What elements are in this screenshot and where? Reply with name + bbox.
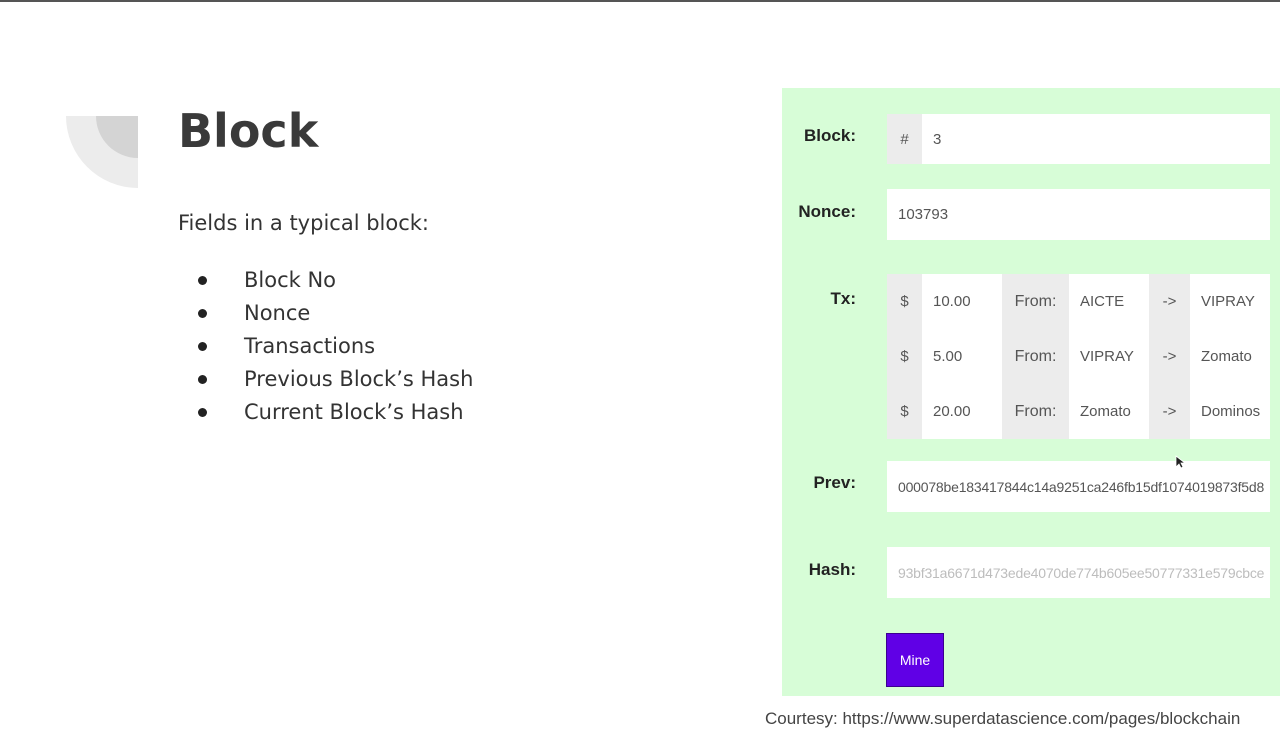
block-number-value: 3 [933, 130, 942, 148]
hash-label: Hash: [808, 560, 856, 579]
transaction-row: $ 20.00 From: Zomato -> Dominos [887, 384, 1270, 439]
decorative-shape [66, 116, 138, 188]
amount-input[interactable]: 20.00 [922, 384, 1002, 439]
block-label: Block: [804, 126, 856, 145]
nonce-value: 103793 [898, 206, 949, 223]
arrow-addon: -> [1149, 329, 1190, 384]
from-addon: From: [1002, 274, 1069, 329]
bullet-text: Nonce [244, 301, 311, 325]
list-item: Current Block’s Hash [198, 396, 473, 429]
amount-input[interactable]: 10.00 [922, 274, 1002, 329]
receiver-input[interactable]: Dominos [1190, 384, 1270, 439]
hash-field: 93bf31a6671d473ede4070de774b605ee5077733… [887, 547, 1270, 598]
bullet-icon [198, 375, 207, 384]
list-item: Nonce [198, 297, 473, 330]
list-item: Block No [198, 264, 473, 297]
prev-hash-value: 000078be183417844c14a9251ca246fb15df1074… [898, 478, 1265, 495]
transaction-row: $ 5.00 From: VIPRAY -> Zomato [887, 329, 1270, 384]
sender-input[interactable]: Zomato [1069, 384, 1149, 439]
receiver-input[interactable]: Zomato [1190, 329, 1270, 384]
currency-addon: $ [887, 384, 922, 439]
arrow-addon: -> [1149, 384, 1190, 439]
from-addon: From: [1002, 329, 1069, 384]
bullet-text: Transactions [244, 334, 376, 358]
mouse-cursor-icon [1175, 455, 1187, 469]
list-item: Transactions [198, 330, 473, 363]
mine-button[interactable]: Mine [886, 633, 944, 687]
bullet-text: Block No [244, 268, 337, 292]
bullet-icon [198, 408, 207, 417]
prev-hash-field[interactable]: 000078be183417844c14a9251ca246fb15df1074… [887, 461, 1270, 512]
block-number-field[interactable]: # 3 [887, 114, 1270, 164]
slide-title: Block [178, 104, 319, 158]
from-addon: From: [1002, 384, 1069, 439]
bullet-icon [198, 342, 207, 351]
receiver-input[interactable]: VIPRAY [1190, 274, 1270, 329]
currency-addon: $ [887, 329, 922, 384]
top-border [0, 0, 1280, 2]
prev-label: Prev: [813, 473, 856, 492]
hash-value: 93bf31a6671d473ede4070de774b605ee5077733… [898, 564, 1265, 581]
bullet-icon [198, 276, 207, 285]
sender-input[interactable]: VIPRAY [1069, 329, 1149, 384]
currency-addon: $ [887, 274, 922, 329]
bullet-text: Current Block’s Hash [244, 400, 464, 424]
bullet-list: Block No Nonce Transactions Previous Blo… [198, 264, 473, 429]
slide-intro: Fields in a typical block: [178, 211, 429, 235]
transaction-row: $ 10.00 From: AICTE -> VIPRAY [887, 274, 1270, 329]
nonce-field[interactable]: 103793 [887, 189, 1270, 240]
nonce-label: Nonce: [798, 202, 856, 221]
block-panel: Block: # 3 Nonce: 103793 Tx: $ 10.00 Fro… [782, 88, 1280, 696]
list-item: Previous Block’s Hash [198, 363, 473, 396]
courtesy-text: Courtesy: https://www.superdatascience.c… [765, 709, 1241, 728]
amount-input[interactable]: 5.00 [922, 329, 1002, 384]
bullet-icon [198, 309, 207, 318]
tx-label: Tx: [830, 289, 857, 308]
bullet-text: Previous Block’s Hash [244, 367, 474, 391]
arrow-addon: -> [1149, 274, 1190, 329]
sender-input[interactable]: AICTE [1069, 274, 1149, 329]
hash-prefix: # [887, 114, 922, 164]
